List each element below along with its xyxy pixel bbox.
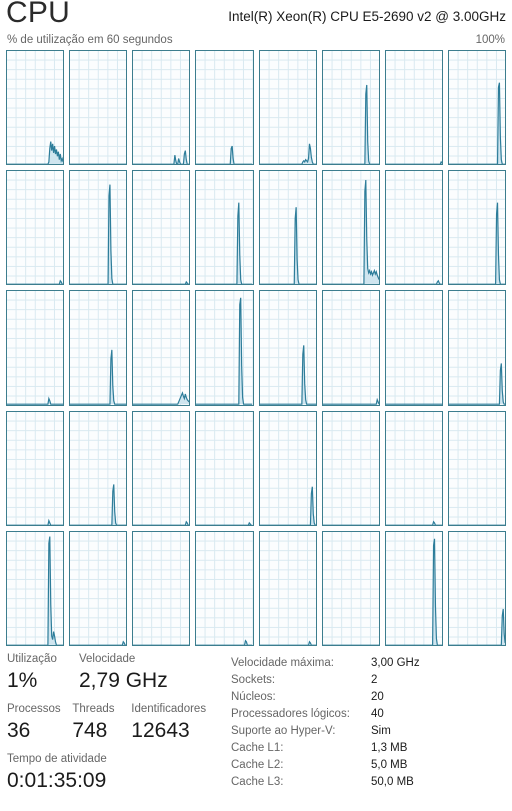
spec-label: Sockets: — [231, 674, 276, 686]
cpu-core-graph[interactable] — [195, 170, 254, 286]
spec-value: 3,00 GHz — [371, 657, 420, 669]
spec-row: Processadores lógicos: 40 — [231, 706, 506, 723]
spec-row: Sockets: 2 — [231, 672, 506, 689]
stat-speed: Velocidade 2,79 GHz — [79, 652, 209, 694]
cpu-core-graph[interactable] — [384, 290, 443, 406]
spec-label: Cache L2: — [231, 759, 284, 771]
stat-threads-label: Threads — [72, 703, 115, 715]
cpu-core-graph[interactable] — [132, 50, 191, 166]
cpu-core-graph[interactable] — [69, 290, 128, 406]
spec-value: Sim — [371, 725, 391, 737]
stat-threads: Threads 748 — [72, 702, 131, 744]
stat-speed-value: 2,79 GHz — [79, 669, 168, 692]
stat-utilization-value: 1% — [7, 669, 38, 692]
stat-utilization-label: Utilização — [7, 653, 57, 665]
spec-label: Núcleos: — [231, 691, 276, 703]
spec-row: Cache L1: 1,3 MB — [231, 740, 506, 757]
cpu-core-graph[interactable] — [132, 530, 191, 646]
stat-processes-value: 36 — [7, 719, 31, 742]
cpu-core-graph[interactable] — [195, 530, 254, 646]
cpu-stats-left: Utilização 1% Velocidade 2,79 GHz Proces… — [7, 652, 222, 794]
cpu-core-graph[interactable] — [195, 50, 254, 166]
spec-label: Cache L1: — [231, 742, 284, 754]
spec-label: Processadores lógicos: — [231, 708, 350, 720]
cpu-core-graph[interactable] — [321, 170, 380, 286]
spec-row: Núcleos: 20 — [231, 689, 506, 706]
spec-label: Suporte ao Hyper-V: — [231, 725, 336, 737]
cpu-spec-list: Velocidade máxima: 3,00 GHz Sockets: 2 Núcle… — [231, 655, 506, 791]
cpu-core-graph[interactable] — [6, 410, 65, 526]
cpu-core-graph[interactable] — [69, 410, 128, 526]
stat-processes-label: Processos — [7, 703, 61, 715]
spec-value: 2 — [371, 674, 378, 686]
axis-time-label: % de utilização em 60 segundos — [7, 34, 173, 46]
stat-uptime-value: 0:01:35:09 — [7, 769, 107, 792]
stat-speed-label: Velocidade — [79, 653, 136, 665]
stats-row-primary: Utilização 1% Velocidade 2,79 GHz — [7, 652, 222, 694]
cpu-stats-panel: Utilização 1% Velocidade 2,79 GHz Proces… — [0, 652, 512, 811]
cpu-core-graph[interactable] — [447, 50, 506, 166]
spec-value: 5,0 MB — [371, 759, 408, 771]
cpu-core-graph[interactable] — [132, 410, 191, 526]
cpu-core-graph[interactable] — [321, 50, 380, 166]
cpu-core-graph[interactable] — [69, 530, 128, 646]
spec-label: Cache L3: — [231, 776, 284, 788]
cpu-core-graph[interactable] — [132, 170, 191, 286]
stats-row-secondary: Processos 36 Threads 748 Identificadores… — [7, 702, 222, 744]
cpu-core-graph[interactable] — [258, 170, 317, 286]
spec-label: Velocidade máxima: — [231, 657, 334, 669]
cpu-core-graph[interactable] — [384, 530, 443, 646]
stat-threads-value: 748 — [72, 719, 108, 742]
graph-axis-labels: % de utilização em 60 segundos 100% — [0, 34, 512, 49]
cpu-core-graph[interactable] — [447, 410, 506, 526]
cpu-core-graph[interactable] — [447, 290, 506, 406]
cpu-header: CPU Intel(R) Xeon(R) CPU E5-2690 v2 @ 3.… — [0, 0, 512, 34]
spec-value: 50,0 MB — [371, 776, 414, 788]
cpu-core-graph[interactable] — [321, 530, 380, 646]
cpu-core-graph[interactable] — [195, 290, 254, 406]
stat-handles-label: Identificadores — [131, 703, 207, 715]
spec-row: Suporte ao Hyper-V: Sim — [231, 723, 506, 740]
stat-utilization: Utilização 1% — [7, 652, 79, 694]
cpu-core-graph[interactable] — [258, 50, 317, 166]
axis-max-label: 100% — [475, 34, 505, 46]
cpu-model-label: Intel(R) Xeon(R) CPU E5-2690 v2 @ 3.00GH… — [228, 9, 506, 24]
cpu-core-graph[interactable] — [447, 530, 506, 646]
cpu-core-graph[interactable] — [132, 290, 191, 406]
stat-uptime: Tempo de atividade 0:01:35:09 — [7, 752, 222, 794]
cpu-core-graph[interactable] — [6, 530, 65, 646]
spec-value: 40 — [371, 708, 384, 720]
page-title: CPU — [6, 0, 70, 29]
cpu-core-graph[interactable] — [258, 530, 317, 646]
spec-row: Cache L2: 5,0 MB — [231, 757, 506, 774]
stats-spacer — [7, 694, 222, 702]
cpu-core-graph[interactable] — [321, 410, 380, 526]
cpu-core-graph[interactable] — [321, 290, 380, 406]
spec-value: 1,3 MB — [371, 742, 408, 754]
stat-handles-value: 12643 — [131, 719, 190, 742]
cpu-core-graph[interactable] — [6, 170, 65, 286]
stat-handles: Identificadores 12643 — [131, 702, 222, 744]
cpu-core-graph[interactable] — [384, 410, 443, 526]
spec-row: Cache L3: 50,0 MB — [231, 774, 506, 791]
cpu-core-graph[interactable] — [258, 410, 317, 526]
spec-row: Velocidade máxima: 3,00 GHz — [231, 655, 506, 672]
cpu-core-graph[interactable] — [69, 50, 128, 166]
cpu-core-graph[interactable] — [69, 170, 128, 286]
spec-value: 20 — [371, 691, 384, 703]
cpu-core-graph[interactable] — [384, 50, 443, 166]
stats-spacer-2 — [7, 744, 222, 752]
cpu-core-graph[interactable] — [195, 410, 254, 526]
stat-processes: Processos 36 — [7, 702, 72, 744]
cpu-core-graph[interactable] — [6, 50, 65, 166]
logical-processor-grid[interactable] — [6, 50, 506, 646]
cpu-core-graph[interactable] — [258, 290, 317, 406]
cpu-core-graph[interactable] — [6, 290, 65, 406]
cpu-core-graph[interactable] — [447, 170, 506, 286]
stat-uptime-label: Tempo de atividade — [7, 753, 107, 765]
cpu-core-graph[interactable] — [384, 170, 443, 286]
